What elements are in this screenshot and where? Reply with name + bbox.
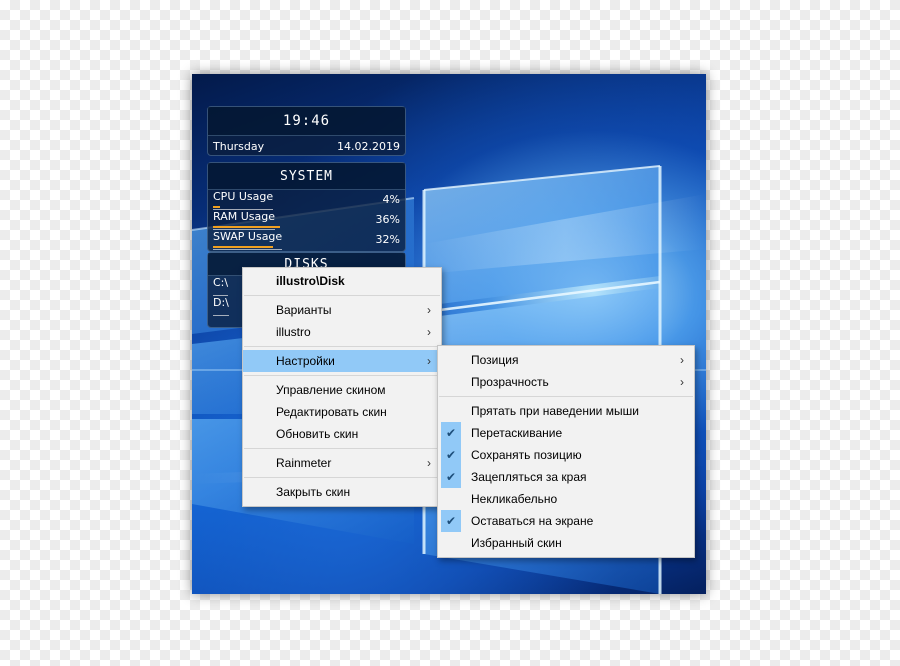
chevron-right-icon: › — [427, 325, 431, 339]
system-widget[interactable]: SYSTEM CPU Usage 4% RAM Usage 36% SWAP U… — [207, 162, 406, 252]
system-title: SYSTEM — [208, 163, 405, 190]
clock-time: 19:46 — [208, 107, 405, 136]
menu-item-settings[interactable]: Настройки › — [243, 350, 441, 372]
menu-item-illustro-label: illustro — [276, 325, 311, 339]
menu-item-close-skin[interactable]: Закрыть скин — [243, 481, 441, 503]
submenu-item-position-label: Позиция — [471, 353, 519, 367]
disk-d-label: D:\ — [213, 296, 229, 316]
submenu-item-snap-to-edges[interactable]: ✔ Зацепляться за края — [438, 466, 694, 488]
menu-separator — [244, 346, 440, 347]
settings-submenu: Позиция › Прозрачность › Прятать при нав… — [437, 345, 695, 558]
clock-widget[interactable]: 19:46 Thursday 14.02.2019 — [207, 106, 406, 156]
menu-item-settings-label: Настройки — [276, 354, 335, 368]
menu-item-edit-skin[interactable]: Редактировать скин — [243, 401, 441, 423]
submenu-item-favorite-skin[interactable]: Избранный скин — [438, 532, 694, 554]
menu-item-manage-skin[interactable]: Управление скином — [243, 379, 441, 401]
submenu-item-keep-on-screen-label: Оставаться на экране — [471, 514, 594, 528]
swap-usage-bar — [213, 246, 273, 248]
cpu-usage-bar — [213, 206, 220, 208]
cpu-usage-row: CPU Usage 4% — [208, 190, 405, 210]
menu-item-refresh-skin[interactable]: Обновить скин — [243, 423, 441, 445]
menu-separator — [244, 295, 440, 296]
clock-date: 14.02.2019 — [337, 140, 400, 153]
check-icon: ✔ — [441, 444, 461, 466]
menu-item-variants-label: Варианты — [276, 303, 332, 317]
submenu-item-draggable[interactable]: ✔ Перетаскивание — [438, 422, 694, 444]
submenu-item-click-through[interactable]: Некликабельно — [438, 488, 694, 510]
submenu-item-save-position[interactable]: ✔ Сохранять позицию — [438, 444, 694, 466]
swap-usage-value: 32% — [375, 233, 400, 246]
submenu-item-transparency[interactable]: Прозрачность › — [438, 371, 694, 393]
menu-item-illustro[interactable]: illustro › — [243, 321, 441, 343]
menu-separator — [244, 448, 440, 449]
submenu-item-transparency-label: Прозрачность — [471, 375, 549, 389]
ram-usage-row: RAM Usage 36% — [208, 210, 405, 230]
disk-c-label: C:\ — [213, 276, 229, 296]
ram-usage-bar — [213, 226, 280, 228]
chevron-right-icon: › — [427, 303, 431, 317]
submenu-item-save-position-label: Сохранять позицию — [471, 448, 582, 462]
menu-separator — [244, 375, 440, 376]
submenu-item-position[interactable]: Позиция › — [438, 349, 694, 371]
chevron-right-icon: › — [427, 456, 431, 470]
skin-context-menu: illustro\Disk Варианты › illustro › Наст… — [242, 267, 442, 507]
cpu-usage-value: 4% — [382, 193, 400, 206]
check-icon: ✔ — [441, 466, 461, 488]
cpu-usage-label: CPU Usage — [213, 190, 274, 210]
menu-title: illustro\Disk — [276, 274, 345, 288]
menu-separator — [244, 477, 440, 478]
submenu-item-hide-on-hover[interactable]: Прятать при наведении мыши — [438, 400, 694, 422]
submenu-item-snap-to-edges-label: Зацепляться за края — [471, 470, 587, 484]
swap-usage-row: SWAP Usage 32% — [208, 230, 405, 250]
menu-item-variants[interactable]: Варианты › — [243, 299, 441, 321]
menu-separator — [439, 396, 693, 397]
chevron-right-icon: › — [680, 353, 684, 367]
chevron-right-icon: › — [680, 375, 684, 389]
menu-item-rainmeter-label: Rainmeter — [276, 456, 332, 470]
clock-date-row: Thursday 14.02.2019 — [208, 136, 405, 158]
chevron-right-icon: › — [427, 354, 431, 368]
check-icon: ✔ — [441, 510, 461, 532]
check-icon: ✔ — [441, 422, 461, 444]
submenu-item-draggable-label: Перетаскивание — [471, 426, 563, 440]
clock-day: Thursday — [213, 140, 265, 153]
submenu-item-keep-on-screen[interactable]: ✔ Оставаться на экране — [438, 510, 694, 532]
ram-usage-value: 36% — [375, 213, 400, 226]
menu-item-rainmeter[interactable]: Rainmeter › — [243, 452, 441, 474]
